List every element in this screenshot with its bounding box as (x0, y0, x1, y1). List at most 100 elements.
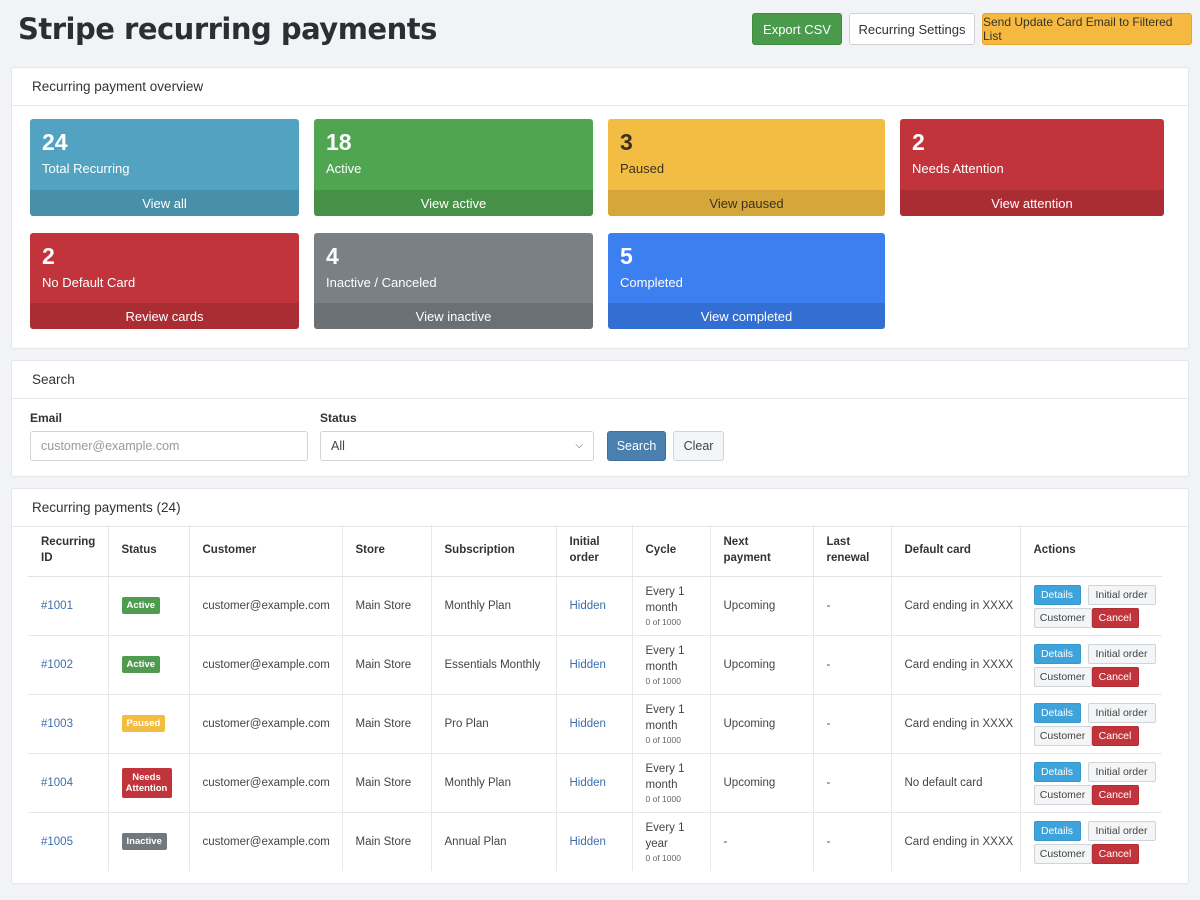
table-row: #1003 Paused customer@example.com Main S… (28, 694, 1162, 754)
export-csv-button[interactable]: Export CSV (752, 13, 842, 45)
next-payment: - (710, 812, 814, 871)
cycle-cell: Every 1 month 0 of 1000 (632, 576, 711, 636)
clear-button[interactable]: Clear (673, 431, 724, 461)
customer-button[interactable]: Customer (1033, 666, 1092, 687)
status-select[interactable]: All ⌵ (320, 431, 594, 461)
initial-order-link[interactable]: Hidden (570, 777, 606, 789)
cycle-cell: Every 1 month 0 of 1000 (632, 635, 711, 695)
stat-card-needs-attention: 2 Needs Attention View attention (900, 119, 1164, 216)
customer-button[interactable]: Customer (1033, 843, 1092, 864)
view-paused-link[interactable]: View paused (608, 190, 885, 216)
view-active-link[interactable]: View active (314, 190, 593, 216)
last-renewal: - (813, 812, 892, 871)
view-inactive-link[interactable]: View inactive (314, 303, 593, 329)
recurring-id-link[interactable]: #1001 (41, 600, 73, 612)
details-button[interactable]: Details (1033, 761, 1081, 782)
initial-order-link[interactable]: Hidden (570, 718, 606, 730)
cancel-button[interactable]: Cancel (1091, 666, 1139, 687)
table-header-row: Recurring ID Status Customer Store Subscr… (28, 525, 1162, 577)
stat-card-active: 18 Active View active (314, 119, 593, 216)
col-store: Store (342, 525, 432, 577)
status-badge: Paused (121, 715, 166, 732)
email-label: Email (30, 411, 63, 425)
customer-email: customer@example.com (189, 576, 343, 636)
stat-card-no-default-card: 2 No Default Card Review cards (30, 233, 299, 329)
stat-count: 24 (42, 129, 68, 155)
subscription-name: Essentials Monthly (431, 635, 557, 695)
initial-order-link[interactable]: Hidden (570, 836, 606, 848)
stat-label: Completed (620, 275, 683, 290)
col-actions: Actions (1020, 525, 1162, 577)
customer-email: customer@example.com (189, 635, 343, 695)
stat-card-completed: 5 Completed View completed (608, 233, 885, 329)
search-button[interactable]: Search (607, 431, 666, 461)
table-row: #1004 Needs Attention customer@example.co… (28, 753, 1162, 813)
default-card: Card ending in XXXX (891, 694, 1021, 754)
initial-order-button[interactable]: Initial order (1087, 643, 1156, 664)
cycle-cell: Every 1 year 0 of 1000 (632, 812, 711, 871)
table-row: #1005 Inactive customer@example.com Main… (28, 812, 1162, 871)
last-renewal: - (813, 576, 892, 636)
customer-button[interactable]: Customer (1033, 725, 1092, 746)
col-next-payment: Next payment (710, 525, 814, 577)
subscription-name: Pro Plan (431, 694, 557, 754)
default-card: No default card (891, 753, 1021, 813)
store-name: Main Store (342, 753, 432, 813)
recurring-payments-table: Recurring ID Status Customer Store Subscr… (28, 525, 1162, 871)
search-panel-title: Search (12, 361, 1188, 399)
store-name: Main Store (342, 635, 432, 695)
details-button[interactable]: Details (1033, 702, 1081, 723)
review-cards-link[interactable]: Review cards (30, 303, 299, 329)
stat-card-inactive: 4 Inactive / Canceled View inactive (314, 233, 593, 329)
page-title: Stripe recurring payments (18, 12, 437, 46)
initial-order-button[interactable]: Initial order (1087, 761, 1156, 782)
cancel-button[interactable]: Cancel (1091, 725, 1139, 746)
last-renewal: - (813, 635, 892, 695)
initial-order-button[interactable]: Initial order (1087, 584, 1156, 605)
details-button[interactable]: Details (1033, 643, 1081, 664)
stat-count: 5 (620, 243, 633, 269)
view-attention-link[interactable]: View attention (900, 190, 1164, 216)
stat-card-total: 24 Total Recurring View all (30, 119, 299, 216)
send-update-card-email-button[interactable]: Send Update Card Email to Filtered List (982, 13, 1192, 45)
view-all-link[interactable]: View all (30, 190, 299, 216)
store-name: Main Store (342, 812, 432, 871)
status-badge: Inactive (121, 833, 167, 851)
recurring-id-link[interactable]: #1002 (41, 659, 73, 671)
stat-count: 18 (326, 129, 352, 155)
stat-label: Needs Attention (912, 161, 1004, 176)
initial-order-link[interactable]: Hidden (570, 659, 606, 671)
recurring-id-link[interactable]: #1005 (41, 836, 73, 848)
customer-email: customer@example.com (189, 753, 343, 813)
details-button[interactable]: Details (1033, 584, 1081, 605)
overview-panel: Recurring payment overview 24 Total Recu… (11, 67, 1189, 349)
initial-order-button[interactable]: Initial order (1087, 702, 1156, 723)
col-initial-order: Initial order (556, 525, 633, 577)
cancel-button[interactable]: Cancel (1091, 607, 1139, 628)
customer-button[interactable]: Customer (1033, 607, 1092, 628)
overview-panel-title: Recurring payment overview (12, 68, 1188, 106)
next-payment: Upcoming (710, 576, 814, 636)
email-input[interactable]: customer@example.com (30, 431, 308, 461)
stat-label: No Default Card (42, 275, 136, 290)
status-badge: Needs Attention (121, 767, 172, 798)
recurring-payments-panel: Recurring payments (24) Recurring ID Stat… (11, 488, 1189, 884)
recurring-id-link[interactable]: #1004 (41, 777, 73, 789)
stat-count: 4 (326, 243, 339, 269)
initial-order-link[interactable]: Hidden (570, 600, 606, 612)
details-button[interactable]: Details (1033, 820, 1081, 841)
cancel-button[interactable]: Cancel (1091, 843, 1139, 864)
status-label: Status (320, 411, 357, 425)
recurring-id-link[interactable]: #1003 (41, 718, 73, 730)
cycle-cell: Every 1 month 0 of 1000 (632, 694, 711, 754)
cancel-button[interactable]: Cancel (1091, 784, 1139, 805)
status-badge: Active (121, 597, 161, 614)
customer-button[interactable]: Customer (1033, 784, 1092, 805)
view-completed-link[interactable]: View completed (608, 303, 885, 329)
stat-card-paused: 3 Paused View paused (608, 119, 885, 216)
recurring-settings-button[interactable]: Recurring Settings (849, 13, 975, 45)
customer-email: customer@example.com (189, 812, 343, 871)
initial-order-button[interactable]: Initial order (1087, 820, 1156, 841)
stat-label: Inactive / Canceled (326, 275, 437, 290)
default-card: Card ending in XXXX (891, 635, 1021, 695)
